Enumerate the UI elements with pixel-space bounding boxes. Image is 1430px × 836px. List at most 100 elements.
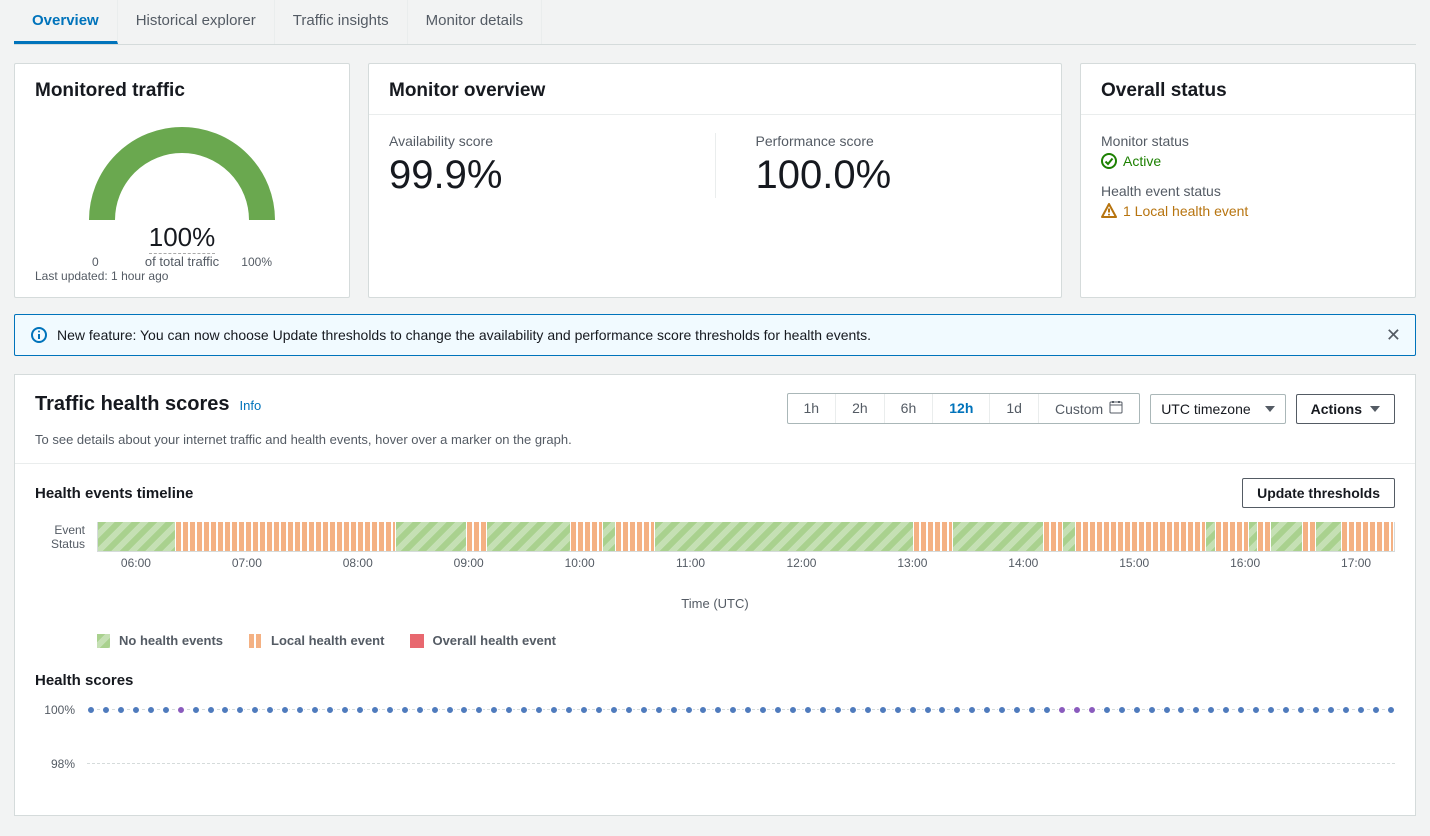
data-point[interactable] bbox=[162, 706, 170, 714]
data-point[interactable] bbox=[505, 706, 513, 714]
data-point[interactable] bbox=[132, 706, 140, 714]
data-point[interactable] bbox=[1013, 706, 1021, 714]
data-point[interactable] bbox=[938, 706, 946, 714]
timeline-segment[interactable] bbox=[914, 522, 953, 551]
data-point[interactable] bbox=[1103, 706, 1111, 714]
data-point[interactable] bbox=[446, 706, 454, 714]
data-point[interactable] bbox=[236, 706, 244, 714]
data-point[interactable] bbox=[1043, 706, 1051, 714]
data-point[interactable] bbox=[894, 706, 902, 714]
range-custom[interactable]: Custom bbox=[1039, 394, 1139, 423]
data-point[interactable] bbox=[1252, 706, 1260, 714]
data-point[interactable] bbox=[207, 706, 215, 714]
data-point[interactable] bbox=[699, 706, 707, 714]
timeline-segment[interactable] bbox=[487, 522, 571, 551]
data-point[interactable] bbox=[670, 706, 678, 714]
data-point[interactable] bbox=[610, 706, 618, 714]
data-point[interactable] bbox=[431, 706, 439, 714]
data-point[interactable] bbox=[819, 706, 827, 714]
data-point[interactable] bbox=[1312, 706, 1320, 714]
info-link[interactable]: Info bbox=[240, 398, 262, 413]
timezone-dropdown[interactable]: UTC timezone bbox=[1150, 394, 1285, 424]
update-thresholds-button[interactable]: Update thresholds bbox=[1242, 478, 1395, 508]
data-point[interactable] bbox=[879, 706, 887, 714]
data-point[interactable] bbox=[87, 706, 95, 714]
data-point[interactable] bbox=[655, 706, 663, 714]
data-point[interactable] bbox=[1372, 706, 1380, 714]
data-point[interactable] bbox=[281, 706, 289, 714]
data-point[interactable] bbox=[744, 706, 752, 714]
data-point[interactable] bbox=[1073, 706, 1081, 714]
tab-overview[interactable]: Overview bbox=[14, 0, 118, 44]
data-point[interactable] bbox=[1192, 706, 1200, 714]
tab-historical[interactable]: Historical explorer bbox=[118, 0, 275, 44]
timeline-segment[interactable] bbox=[953, 522, 1044, 551]
range-6h[interactable]: 6h bbox=[885, 394, 934, 423]
data-point[interactable] bbox=[460, 706, 468, 714]
data-point[interactable] bbox=[386, 706, 394, 714]
timeline-segment[interactable] bbox=[1258, 522, 1271, 551]
actions-button[interactable]: Actions bbox=[1296, 394, 1395, 424]
data-point[interactable] bbox=[520, 706, 528, 714]
data-point[interactable] bbox=[834, 706, 842, 714]
data-point[interactable] bbox=[924, 706, 932, 714]
hs-line-100[interactable] bbox=[87, 709, 1395, 711]
data-point[interactable] bbox=[401, 706, 409, 714]
data-point[interactable] bbox=[1207, 706, 1215, 714]
timeline-segment[interactable] bbox=[1316, 522, 1342, 551]
timeline-segment[interactable] bbox=[1303, 522, 1316, 551]
data-point[interactable] bbox=[192, 706, 200, 714]
data-point[interactable] bbox=[266, 706, 274, 714]
timeline-segment[interactable] bbox=[98, 522, 176, 551]
timeline-segment[interactable] bbox=[571, 522, 603, 551]
range-1d[interactable]: 1d bbox=[990, 394, 1039, 423]
data-point[interactable] bbox=[102, 706, 110, 714]
data-point[interactable] bbox=[714, 706, 722, 714]
timeline-segment[interactable] bbox=[1206, 522, 1216, 551]
range-2h[interactable]: 2h bbox=[836, 394, 885, 423]
data-point[interactable] bbox=[147, 706, 155, 714]
data-point[interactable] bbox=[640, 706, 648, 714]
data-point[interactable] bbox=[311, 706, 319, 714]
tab-traffic[interactable]: Traffic insights bbox=[275, 0, 408, 44]
data-point[interactable] bbox=[1177, 706, 1185, 714]
data-point[interactable] bbox=[998, 706, 1006, 714]
data-point[interactable] bbox=[968, 706, 976, 714]
data-point[interactable] bbox=[1088, 706, 1096, 714]
data-point[interactable] bbox=[1058, 706, 1066, 714]
data-point[interactable] bbox=[685, 706, 693, 714]
data-point[interactable] bbox=[789, 706, 797, 714]
data-point[interactable] bbox=[177, 706, 185, 714]
data-point[interactable] bbox=[804, 706, 812, 714]
data-point[interactable] bbox=[1327, 706, 1335, 714]
data-point[interactable] bbox=[1118, 706, 1126, 714]
data-point[interactable] bbox=[565, 706, 573, 714]
data-point[interactable] bbox=[759, 706, 767, 714]
data-point[interactable] bbox=[1237, 706, 1245, 714]
range-1h[interactable]: 1h bbox=[788, 394, 837, 423]
timeline-segment[interactable] bbox=[1044, 522, 1063, 551]
data-point[interactable] bbox=[625, 706, 633, 714]
data-point[interactable] bbox=[1028, 706, 1036, 714]
data-point[interactable] bbox=[1163, 706, 1171, 714]
range-12h[interactable]: 12h bbox=[933, 394, 990, 423]
data-point[interactable] bbox=[774, 706, 782, 714]
timeline-track[interactable] bbox=[97, 522, 1395, 552]
timeline-segment[interactable] bbox=[603, 522, 616, 551]
data-point[interactable] bbox=[1133, 706, 1141, 714]
data-point[interactable] bbox=[356, 706, 364, 714]
data-point[interactable] bbox=[550, 706, 558, 714]
timeline-segment[interactable] bbox=[1076, 522, 1206, 551]
data-point[interactable] bbox=[849, 706, 857, 714]
data-point[interactable] bbox=[416, 706, 424, 714]
timeline-segment[interactable] bbox=[1216, 522, 1248, 551]
data-point[interactable] bbox=[1297, 706, 1305, 714]
data-point[interactable] bbox=[1222, 706, 1230, 714]
data-point[interactable] bbox=[1267, 706, 1275, 714]
data-point[interactable] bbox=[1282, 706, 1290, 714]
timeline-segment[interactable] bbox=[1249, 522, 1258, 551]
data-point[interactable] bbox=[296, 706, 304, 714]
data-point[interactable] bbox=[729, 706, 737, 714]
timeline-segment[interactable] bbox=[1063, 522, 1076, 551]
timeline-segment[interactable] bbox=[467, 522, 486, 551]
